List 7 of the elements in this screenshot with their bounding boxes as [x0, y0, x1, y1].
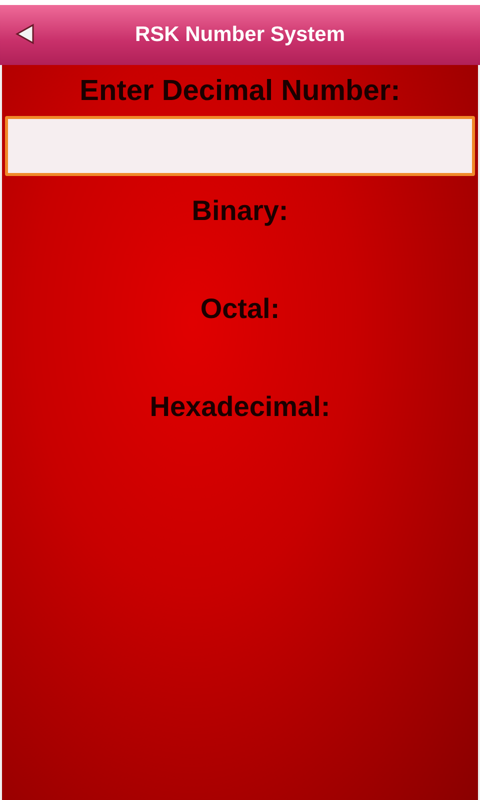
decimal-input-field[interactable] [5, 116, 475, 176]
result-label: Hexadecimal: [150, 391, 330, 424]
input-label: Enter Decimal Number: [80, 75, 400, 108]
app-title: RSK Number System [134, 23, 346, 47]
result-label: Binary: [192, 195, 288, 228]
back-icon[interactable] [14, 23, 36, 45]
result-label: Octal: [200, 293, 280, 326]
